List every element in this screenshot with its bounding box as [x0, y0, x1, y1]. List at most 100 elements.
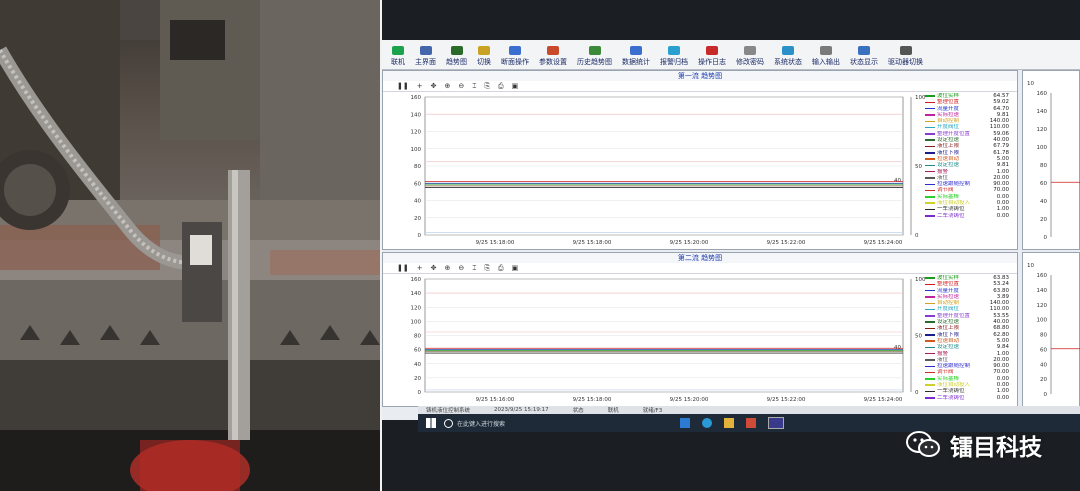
- legend-swatch: [925, 114, 935, 116]
- taskbar-app-icon[interactable]: [723, 418, 734, 428]
- x-tick-label: 9/25 15:22:00: [767, 240, 806, 246]
- machinery-illustration: [0, 0, 380, 491]
- toolbar-icon: [899, 46, 912, 55]
- print-icon[interactable]: ⎙: [498, 82, 504, 91]
- x-tick-label: 9/25 15:24:00: [864, 240, 903, 246]
- legend-name: 二车浇铸位: [937, 212, 965, 219]
- trend-legend-1: 波位实样 64.57 整理位置 59.02 流量开度 64.70 实际拉速 9.81 自动控制 1…: [925, 93, 1009, 219]
- legend-swatch: [925, 95, 935, 97]
- legend-swatch: [925, 352, 935, 355]
- hmi-screen: 联机 主界面 趋势图 切换 断面操作 参数设置 历史趋势图 数据统计 报警归档 操作日志 修改密码 系…: [382, 40, 1080, 420]
- legend-swatch: [925, 308, 935, 311]
- y-tick-label: 100: [411, 147, 422, 153]
- trend-legend-2: 波位实样 63.83 整理位置 53.24 流量开度 63.80 实际拉速 3.89 自动控制 1…: [925, 275, 1009, 401]
- toolbar-button-label: 操作日志: [698, 58, 726, 66]
- toolbar-button[interactable]: 联机: [386, 41, 410, 69]
- toolbar-button-label: 系统状态: [774, 58, 802, 66]
- legend-swatch: [925, 152, 935, 154]
- pan-icon[interactable]: ✥: [431, 82, 437, 90]
- toolbar-button[interactable]: 系统状态: [769, 41, 807, 69]
- pause-icon[interactable]: ❚❚: [397, 82, 409, 90]
- toolbar-button-label: 报警归档: [660, 58, 688, 66]
- zoom-out-icon[interactable]: ⊖: [458, 82, 464, 90]
- toolbar-button[interactable]: 趋势图: [441, 41, 472, 69]
- export-icon[interactable]: ⎘: [484, 82, 490, 91]
- x-tick-label: 9/25 15:16:00: [476, 397, 515, 403]
- add-icon[interactable]: +: [417, 82, 423, 90]
- y-tick-label: 120: [411, 305, 422, 311]
- taskbar-app-icon[interactable]: [701, 418, 712, 428]
- taskbar-app-icon[interactable]: [745, 418, 756, 428]
- legend-swatch: [925, 365, 935, 368]
- panel-1-title: 第一流 趋势图: [383, 71, 1017, 81]
- legend-swatch: [925, 164, 935, 167]
- save-icon[interactable]: ▣: [512, 82, 519, 90]
- add-icon[interactable]: +: [417, 264, 423, 272]
- export-icon[interactable]: ⎘: [484, 264, 490, 273]
- legend-swatch: [925, 283, 935, 286]
- toolbar-button[interactable]: 参数设置: [534, 41, 572, 69]
- legend-swatch: [925, 378, 935, 380]
- toolbar-icon: [858, 46, 870, 55]
- legend-swatch: [925, 277, 935, 279]
- toolbar-icon: [744, 46, 756, 55]
- side-y-tick: 0: [1044, 392, 1048, 398]
- toolbar-button[interactable]: 切换: [472, 41, 496, 69]
- toolbar-button[interactable]: 输入输出: [807, 41, 845, 69]
- toolbar-button-label: 状态显示: [850, 58, 878, 66]
- cursor-icon[interactable]: ⌶: [472, 264, 476, 273]
- y-tick-label: 0: [418, 390, 422, 396]
- toolbar-button[interactable]: 报警归档: [655, 41, 693, 69]
- toolbar-button-label: 切换: [477, 58, 491, 66]
- right-tick-label: 50: [915, 334, 922, 340]
- print-icon[interactable]: ⎙: [498, 264, 504, 273]
- x-tick-label: 9/25 15:18:00: [573, 240, 612, 246]
- side-y-tick: 120: [1037, 127, 1048, 133]
- y-tick-label: 60: [414, 181, 421, 187]
- toolbar-button[interactable]: 断面操作: [496, 41, 534, 69]
- legend-swatch: [925, 289, 935, 292]
- side-y-tick: 60: [1040, 347, 1047, 353]
- right-photo-monitor: 联机 主界面 趋势图 切换 断面操作 参数设置 历史趋势图 数据统计 报警归档 操作日志 修改密码 系…: [382, 0, 1080, 491]
- legend-name: 二车浇铸位: [937, 394, 965, 401]
- toolbar-icon: [450, 46, 463, 55]
- wechat-icon: [906, 431, 940, 457]
- toolbar-button[interactable]: 历史趋势图: [572, 41, 617, 69]
- toolbar-button-label: 断面操作: [501, 58, 529, 66]
- side-trend-panel-1: 10 160 140 120 100 80 60 40 20 0: [1022, 70, 1080, 250]
- toolbar-button[interactable]: 驱动器切换: [883, 41, 928, 69]
- taskbar-search-input[interactable]: 在此键入进行搜索: [457, 419, 577, 428]
- toolbar-button[interactable]: 主界面: [410, 41, 441, 69]
- x-tick-label: 9/25 15:24:00: [864, 397, 903, 403]
- right-tick-label: 50: [915, 164, 922, 170]
- pan-icon[interactable]: ✥: [431, 264, 437, 272]
- toolbar-icon: [509, 46, 521, 55]
- legend-value: 0.00: [996, 212, 1009, 219]
- toolbar-button[interactable]: 修改密码: [731, 41, 769, 69]
- zoom-in-icon[interactable]: ⊕: [444, 82, 450, 90]
- y-tick-label: 160: [411, 95, 422, 101]
- panel-2-title: 第二流 趋势图: [383, 253, 1017, 263]
- toolbar-button-label: 修改密码: [736, 58, 764, 66]
- toolbar-button[interactable]: 操作日志: [693, 41, 731, 69]
- save-icon[interactable]: ▣: [512, 264, 519, 272]
- windows-start-icon[interactable]: [426, 418, 436, 428]
- watermark-text: 镭目科技: [950, 435, 1042, 461]
- legend-swatch: [925, 107, 935, 110]
- toolbar-button-label: 联机: [391, 58, 405, 66]
- cursor-icon[interactable]: ⌶: [472, 82, 476, 91]
- y-tick-label: 80: [414, 164, 421, 170]
- zoom-in-icon[interactable]: ⊕: [444, 264, 450, 272]
- pause-icon[interactable]: ❚❚: [397, 264, 409, 272]
- toolbar-button[interactable]: 数据统计: [617, 41, 655, 69]
- legend-swatch: [925, 327, 935, 330]
- zoom-out-icon[interactable]: ⊖: [458, 264, 464, 272]
- toolbar-button[interactable]: 状态显示: [845, 41, 883, 69]
- side-y-tick: 20: [1040, 217, 1047, 223]
- legend-row: 二车浇铸位 0.00: [925, 395, 1009, 401]
- search-icon[interactable]: [444, 418, 453, 428]
- toolbar-icon: [588, 46, 601, 55]
- taskbar-app-icon[interactable]: [679, 418, 690, 428]
- legend-swatch: [925, 296, 935, 298]
- taskbar-app-icon[interactable]: [767, 417, 784, 429]
